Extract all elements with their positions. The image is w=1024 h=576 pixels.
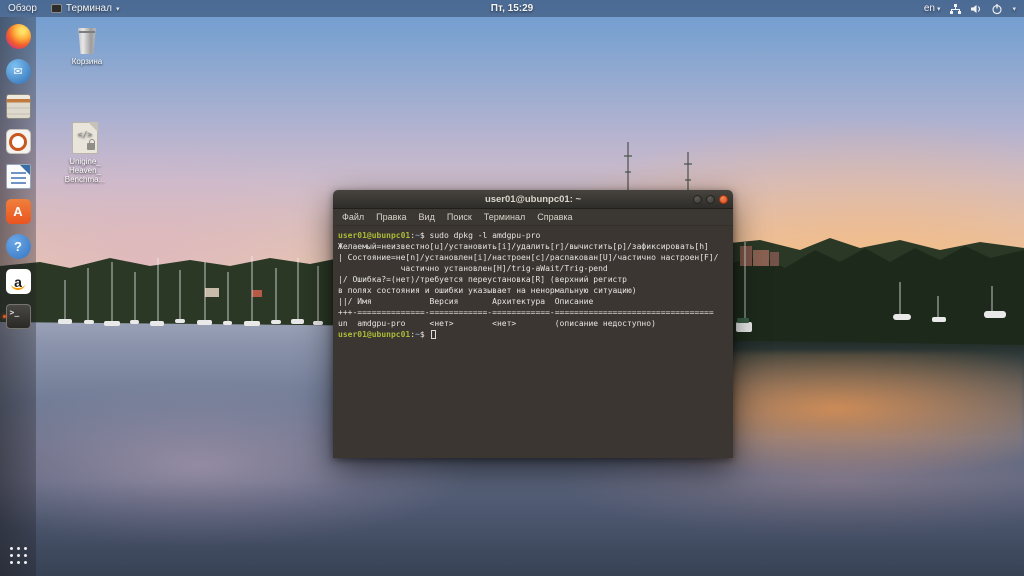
terminal-line: | Состояние=не[n]/установлен[i]/настроен… xyxy=(338,253,719,262)
menu-edit[interactable]: Правка xyxy=(370,212,412,222)
writer-icon xyxy=(5,164,31,189)
file-label-line: Benchma... xyxy=(64,175,106,184)
terminal-app-icon xyxy=(50,4,62,13)
menu-file[interactable]: Файл xyxy=(336,212,370,222)
chevron-down-icon: ▾ xyxy=(936,5,941,13)
window-title: user01@ubunpc01: ~ xyxy=(484,193,582,205)
dock-item-writer[interactable] xyxy=(3,163,33,190)
dock-item-terminal[interactable]: >_ xyxy=(3,303,33,330)
dock-item-help[interactable]: ? xyxy=(3,233,33,260)
menu-help[interactable]: Справка xyxy=(531,212,578,222)
firefox-icon xyxy=(5,24,31,49)
software-icon: A xyxy=(5,199,31,224)
rhythmbox-icon xyxy=(5,129,31,154)
thunderbird-icon: ✉ xyxy=(5,59,31,84)
window-titlebar[interactable]: user01@ubunpc01: ~ xyxy=(333,190,733,209)
script-file-icon: </> xyxy=(72,122,98,154)
trash-icon xyxy=(78,28,96,54)
dock-item-firefox[interactable] xyxy=(3,23,33,50)
grid-icon xyxy=(9,546,13,550)
maximize-button[interactable] xyxy=(706,194,715,204)
desktop-icon-trash[interactable]: Корзина xyxy=(50,28,124,66)
dock-item-rhythmbox[interactable] xyxy=(3,128,33,155)
dock: ✉ A? a >_ xyxy=(0,17,36,576)
trash-label: Корзина xyxy=(71,57,103,66)
power-icon[interactable] xyxy=(991,3,1003,15)
terminal-line: частично установлен[H]/trig-aWait/Trig-p… xyxy=(338,264,608,273)
activities-button[interactable]: Обзор xyxy=(8,3,37,14)
app-menu[interactable]: Терминал ▾ xyxy=(50,3,120,14)
top-bar: Обзор Терминал ▾ Пт, 15:29 en ▾ ▾ xyxy=(0,0,1024,17)
close-button[interactable] xyxy=(719,194,728,204)
dock-item-files[interactable] xyxy=(3,93,33,120)
chevron-down-icon: ▾ xyxy=(1012,5,1016,13)
file-label-line: Unigine_ xyxy=(69,157,101,166)
network-icon[interactable] xyxy=(949,3,962,15)
dock-item-software[interactable]: A xyxy=(3,198,33,225)
chevron-down-icon: ▾ xyxy=(115,5,120,13)
menu-view[interactable]: Вид xyxy=(413,212,441,222)
terminal-menubar: Файл Правка Вид Поиск Терминал Справка xyxy=(333,209,733,226)
terminal-line: ||/ Имя Версия Архитектура Описание xyxy=(338,297,594,306)
help-icon: ? xyxy=(5,234,31,259)
volume-icon[interactable] xyxy=(970,3,982,15)
terminal-line: |/ Ошибка?=(нет)/требуется переустановка… xyxy=(338,275,627,284)
keyboard-layout-indicator[interactable]: en ▾ xyxy=(924,3,941,14)
show-applications-button[interactable] xyxy=(3,540,33,570)
terminal-line: Желаемый=неизвестно[u]/установить[i]/уда… xyxy=(338,242,709,251)
code-glyph: </> xyxy=(77,130,93,139)
desktop: Обзор Терминал ▾ Пт, 15:29 en ▾ ▾ ✉ A ? … xyxy=(0,0,1024,576)
terminal-line: un amdgpu-pro <нет> <нет> (описание недо… xyxy=(338,319,656,328)
menu-search[interactable]: Поиск xyxy=(441,212,478,222)
desktop-icon-unigine-heaven-file[interactable]: </> Unigine_ Heaven_ Benchma... xyxy=(48,122,122,184)
window-buttons xyxy=(693,190,728,208)
terminal-line: user01@ubunpc01:~$ xyxy=(338,329,728,340)
dock-item-thunderbird[interactable]: ✉ xyxy=(3,58,33,85)
terminal-window: user01@ubunpc01: ~ Файл Правка Вид Поиск Тер… xyxy=(333,190,733,458)
minimize-button[interactable] xyxy=(693,194,702,204)
terminal-line: +++-==============-============-========… xyxy=(338,308,714,317)
lock-icon xyxy=(87,139,95,150)
terminal-icon: >_ xyxy=(5,304,31,329)
keyboard-layout-label: en xyxy=(923,3,935,14)
terminal-body[interactable]: user01@ubunpc01:~$ sudo dpkg -l amdgpu-p… xyxy=(333,226,733,458)
dock-items: ✉ A? a >_ xyxy=(3,23,33,330)
terminal-line: в полях состояния и ошибки указывает на … xyxy=(338,286,637,295)
menu-terminal[interactable]: Терминал xyxy=(478,212,531,222)
dock-item-amazon[interactable]: a xyxy=(3,268,33,295)
wallpaper-bottom-shade xyxy=(0,481,1024,576)
amazon-icon: a xyxy=(5,269,31,294)
files-icon xyxy=(5,94,31,119)
app-menu-label: Терминал xyxy=(65,3,112,14)
terminal-cursor xyxy=(430,330,436,339)
terminal-line: user01@ubunpc01:~$ sudo dpkg -l amdgpu-p… xyxy=(338,231,541,240)
clock[interactable]: Пт, 15:29 xyxy=(491,3,533,14)
file-label-line: Heaven_ xyxy=(68,166,102,175)
